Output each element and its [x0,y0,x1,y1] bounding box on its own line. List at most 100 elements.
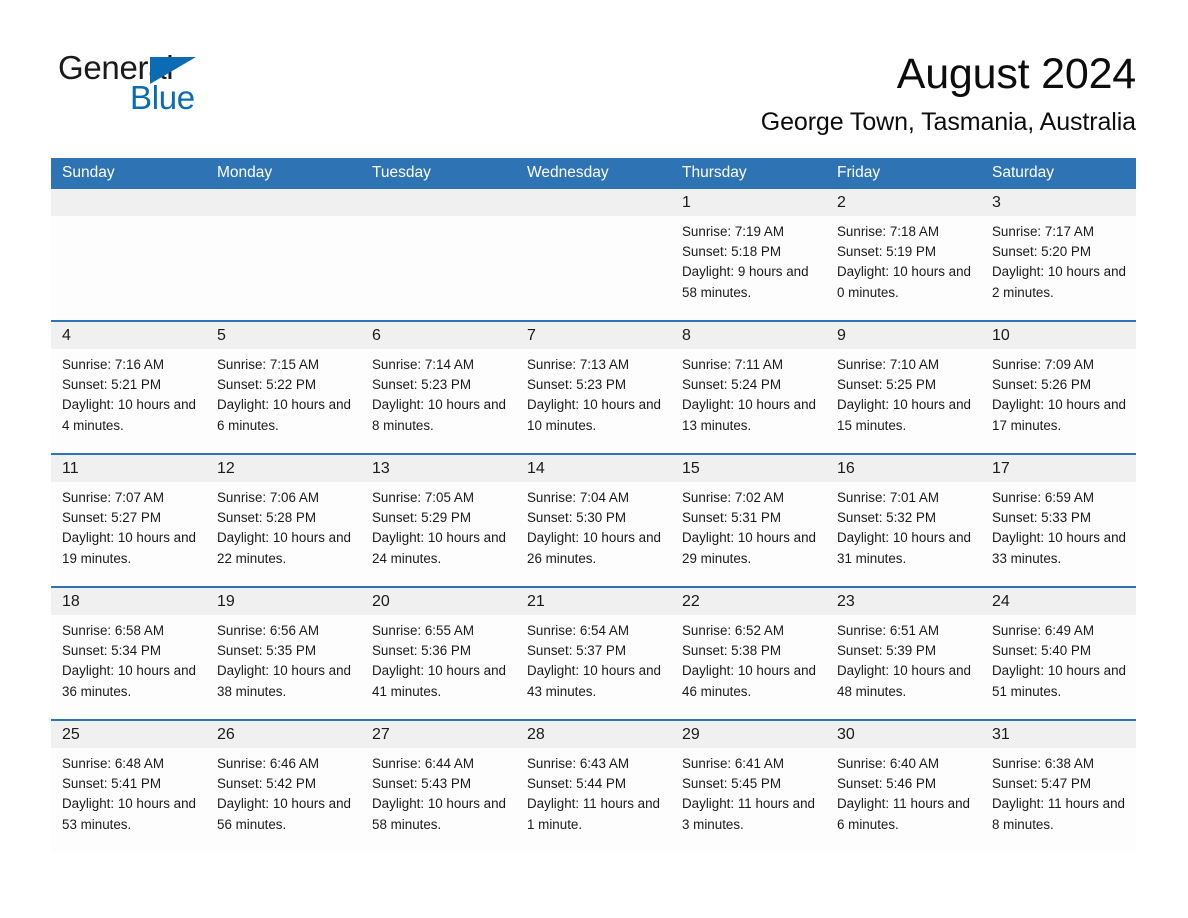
day-cell-16[interactable]: Sunrise: 7:01 AM Sunset: 5:32 PM Daylight:… [826,482,981,586]
day-cell-10[interactable]: Sunrise: 7:09 AM Sunset: 5:26 PM Daylight:… [981,349,1136,453]
daylight-text: Daylight: 10 hours and 48 minutes. [837,663,971,699]
sunrise-text: Sunrise: 6:55 AM [372,623,474,638]
day-cell-18[interactable]: Sunrise: 6:58 AM Sunset: 5:34 PM Daylight:… [51,615,206,719]
day-number-10[interactable]: 10 [981,322,1136,349]
day-cell-9[interactable]: Sunrise: 7:10 AM Sunset: 5:25 PM Daylight:… [826,349,981,453]
sunset-text: Sunset: 5:25 PM [837,377,936,393]
day-number-6[interactable]: 6 [361,322,516,349]
day-cell-17[interactable]: Sunrise: 6:59 AM Sunset: 5:33 PM Daylight:… [981,482,1136,586]
daylight-text: Daylight: 10 hours and 15 minutes. [837,397,971,433]
day-number-row: 123 [51,189,1136,216]
day-number-5[interactable]: 5 [206,322,361,349]
daylight-text: Daylight: 11 hours and 3 minutes. [682,796,815,832]
day-cell-27[interactable]: Sunrise: 6:44 AM Sunset: 5:43 PM Daylight:… [361,748,516,852]
day-cell-1[interactable]: Sunrise: 7:19 AM Sunset: 5:18 PM Daylight:… [671,216,826,320]
day-detail-row: Sunrise: 6:58 AM Sunset: 5:34 PM Daylight:… [51,615,1136,719]
day-cell-12[interactable]: Sunrise: 7:06 AM Sunset: 5:28 PM Daylight:… [206,482,361,586]
sunset-text: Sunset: 5:47 PM [992,776,1091,792]
day-number-14[interactable]: 14 [516,455,671,482]
day-cell-29[interactable]: Sunrise: 6:41 AM Sunset: 5:45 PM Daylight:… [671,748,826,852]
day-cell-14[interactable]: Sunrise: 7:04 AM Sunset: 5:30 PM Daylight:… [516,482,671,586]
day-number-empty [516,189,671,216]
day-number-17[interactable]: 17 [981,455,1136,482]
day-number-19[interactable]: 19 [206,588,361,615]
calendar-table: Sunday Monday Tuesday Wednesday Thursday Frid… [51,158,1136,852]
sunrise-text: Sunrise: 7:19 AM [682,224,784,239]
weekday-header-tuesday: Tuesday [372,164,431,181]
day-cell-24[interactable]: Sunrise: 6:49 AM Sunset: 5:40 PM Daylight:… [981,615,1136,719]
day-cell-26[interactable]: Sunrise: 6:46 AM Sunset: 5:42 PM Daylight:… [206,748,361,852]
page-header: General Blue August 2024 George Town, Ta… [0,0,1188,155]
weekday-header-monday: Monday [217,164,273,181]
day-cell-25[interactable]: Sunrise: 6:48 AM Sunset: 5:41 PM Daylight:… [51,748,206,852]
general-blue-logo[interactable]: General Blue [58,50,278,122]
day-cell-5[interactable]: Sunrise: 7:15 AM Sunset: 5:22 PM Daylight:… [206,349,361,453]
day-cell-21[interactable]: Sunrise: 6:54 AM Sunset: 5:37 PM Daylight:… [516,615,671,719]
day-detail-row: Sunrise: 7:19 AM Sunset: 5:18 PM Daylight:… [51,216,1136,320]
day-cell-4[interactable]: Sunrise: 7:16 AM Sunset: 5:21 PM Daylight:… [51,349,206,453]
sunset-text: Sunset: 5:29 PM [372,510,471,526]
day-cell-28[interactable]: Sunrise: 6:43 AM Sunset: 5:44 PM Daylight:… [516,748,671,852]
sunrise-text: Sunrise: 6:59 AM [992,490,1094,505]
day-cell-20[interactable]: Sunrise: 6:55 AM Sunset: 5:36 PM Daylight:… [361,615,516,719]
day-cell-7[interactable]: Sunrise: 7:13 AM Sunset: 5:23 PM Daylight:… [516,349,671,453]
calendar-week-row: 4 5 6 7 8 9 10 Sunrise: 7:16 AM Sunset: 5:21 PM D… [51,320,1136,453]
sunrise-text: Sunrise: 6:40 AM [837,756,939,771]
day-cell-8[interactable]: Sunrise: 7:11 AM Sunset: 5:24 PM Daylight:… [671,349,826,453]
day-number-16[interactable]: 16 [826,455,981,482]
daylight-text: Daylight: 10 hours and 46 minutes. [682,663,816,699]
day-number-7[interactable]: 7 [516,322,671,349]
day-number-1[interactable]: 1 [671,189,826,216]
day-cell-13[interactable]: Sunrise: 7:05 AM Sunset: 5:29 PM Daylight:… [361,482,516,586]
day-cell-2[interactable]: Sunrise: 7:18 AM Sunset: 5:19 PM Daylight:… [826,216,981,320]
daylight-text: Daylight: 11 hours and 1 minute. [527,796,660,832]
day-number-3[interactable]: 3 [981,189,1136,216]
day-number-13[interactable]: 13 [361,455,516,482]
day-number-4[interactable]: 4 [51,322,206,349]
sunset-text: Sunset: 5:21 PM [62,377,161,393]
day-cell-3[interactable]: Sunrise: 7:17 AM Sunset: 5:20 PM Daylight:… [981,216,1136,320]
day-number-15[interactable]: 15 [671,455,826,482]
daylight-text: Daylight: 11 hours and 6 minutes. [837,796,970,832]
day-number-29[interactable]: 29 [671,721,826,748]
day-number-8[interactable]: 8 [671,322,826,349]
day-number-9[interactable]: 9 [826,322,981,349]
day-number-21[interactable]: 21 [516,588,671,615]
day-cell-31[interactable]: Sunrise: 6:38 AM Sunset: 5:47 PM Daylight:… [981,748,1136,852]
sunrise-text: Sunrise: 7:09 AM [992,357,1094,372]
day-cell-19[interactable]: Sunrise: 6:56 AM Sunset: 5:35 PM Daylight:… [206,615,361,719]
daylight-text: Daylight: 9 hours and 58 minutes. [682,264,809,300]
day-number-12[interactable]: 12 [206,455,361,482]
day-number-22[interactable]: 22 [671,588,826,615]
day-number-30[interactable]: 30 [826,721,981,748]
day-number-25[interactable]: 25 [51,721,206,748]
sunset-text: Sunset: 5:44 PM [527,776,626,792]
day-cell-22[interactable]: Sunrise: 6:52 AM Sunset: 5:38 PM Daylight:… [671,615,826,719]
day-cell-15[interactable]: Sunrise: 7:02 AM Sunset: 5:31 PM Daylight:… [671,482,826,586]
sunrise-text: Sunrise: 7:14 AM [372,357,474,372]
day-cell-6[interactable]: Sunrise: 7:14 AM Sunset: 5:23 PM Daylight:… [361,349,516,453]
day-number-27[interactable]: 27 [361,721,516,748]
day-number-24[interactable]: 24 [981,588,1136,615]
sunset-text: Sunset: 5:30 PM [527,510,626,526]
calendar-page: General Blue August 2024 George Town, Ta… [0,0,1188,918]
day-cell-23[interactable]: Sunrise: 6:51 AM Sunset: 5:39 PM Daylight:… [826,615,981,719]
day-number-20[interactable]: 20 [361,588,516,615]
sunrise-text: Sunrise: 6:56 AM [217,623,319,638]
weekday-header-thursday: Thursday [682,164,747,181]
day-number-18[interactable]: 18 [51,588,206,615]
day-number-2[interactable]: 2 [826,189,981,216]
day-number-11[interactable]: 11 [51,455,206,482]
daylight-text: Daylight: 10 hours and 0 minutes. [837,264,971,300]
calendar-week-row: 11 12 13 14 15 16 17 Sunrise: 7:07 AM Sunset: 5:… [51,453,1136,586]
sunset-text: Sunset: 5:43 PM [372,776,471,792]
day-cell-11[interactable]: Sunrise: 7:07 AM Sunset: 5:27 PM Daylight:… [51,482,206,586]
day-number-23[interactable]: 23 [826,588,981,615]
sunrise-text: Sunrise: 7:06 AM [217,490,319,505]
sunrise-text: Sunrise: 7:07 AM [62,490,164,505]
day-number-28[interactable]: 28 [516,721,671,748]
calendar-week-row: 18 19 20 21 22 23 24 Sunrise: 6:58 AM Sunset: 5:… [51,586,1136,719]
day-number-31[interactable]: 31 [981,721,1136,748]
day-number-26[interactable]: 26 [206,721,361,748]
day-cell-30[interactable]: Sunrise: 6:40 AM Sunset: 5:46 PM Daylight:… [826,748,981,852]
